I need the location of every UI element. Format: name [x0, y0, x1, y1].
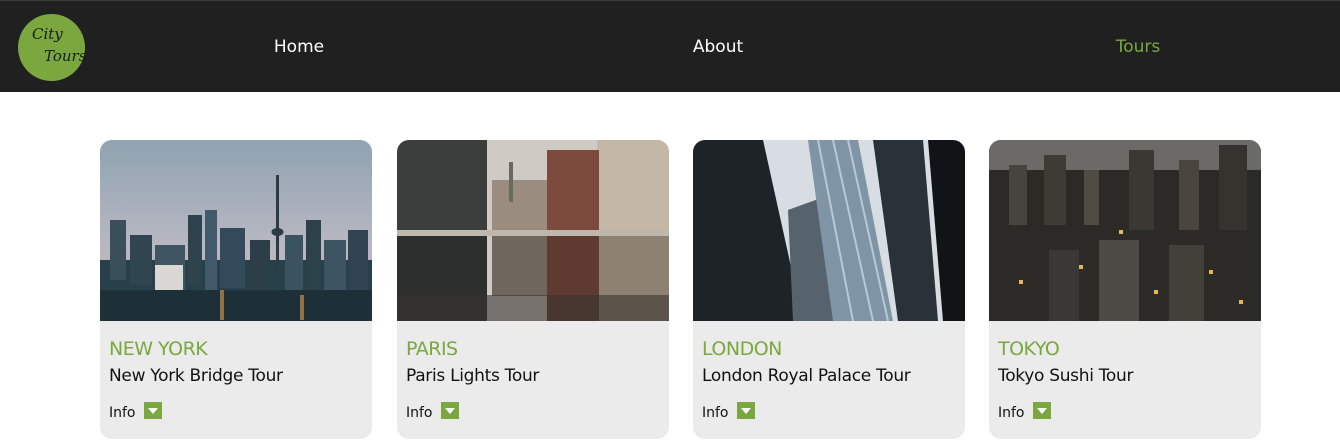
tour-title: London Royal Palace Tour — [702, 366, 911, 386]
skyscraper-upward-view-photo — [693, 140, 965, 321]
logo-text-line2: Tours — [44, 47, 87, 65]
info-label[interactable]: Info — [109, 405, 136, 421]
chevron-down-icon[interactable] — [1033, 402, 1051, 419]
info-label[interactable]: Info — [406, 405, 433, 421]
info-label[interactable]: Info — [998, 405, 1025, 421]
nav-link-about[interactable]: About — [693, 37, 743, 57]
city-skyline-with-tower-photo — [100, 140, 372, 321]
city-tours-logo[interactable]: City Tours — [18, 14, 87, 81]
tour-city-name: NEW YORK — [109, 338, 208, 360]
tour-card-new-york: NEW YORK New York Bridge Tour Info — [100, 140, 372, 439]
info-label[interactable]: Info — [702, 405, 729, 421]
navbar: City Tours Home About Tours — [0, 0, 1340, 92]
nav-link-home[interactable]: Home — [274, 37, 324, 57]
tour-title: Paris Lights Tour — [406, 366, 540, 386]
tour-card-london: LONDON London Royal Palace Tour Info — [693, 140, 965, 439]
tour-city-name: TOKYO — [998, 338, 1060, 360]
chevron-down-icon[interactable] — [144, 402, 162, 419]
tour-card-paris: PARIS Paris Lights Tour Info — [397, 140, 669, 439]
tour-city-name: LONDON — [702, 338, 782, 360]
night-city-aerial-photo — [989, 140, 1261, 321]
logo-text-line1: City — [32, 25, 63, 43]
chevron-down-icon[interactable] — [737, 402, 755, 419]
tour-card-tokyo: TOKYO Tokyo Sushi Tour Info — [989, 140, 1261, 439]
chevron-down-icon[interactable] — [441, 402, 459, 419]
tour-city-name: PARIS — [406, 338, 458, 360]
tour-title: New York Bridge Tour — [109, 366, 283, 386]
tour-title: Tokyo Sushi Tour — [998, 366, 1134, 386]
nav-link-tours[interactable]: Tours — [1116, 37, 1161, 57]
street-reflection-photo — [397, 140, 669, 321]
